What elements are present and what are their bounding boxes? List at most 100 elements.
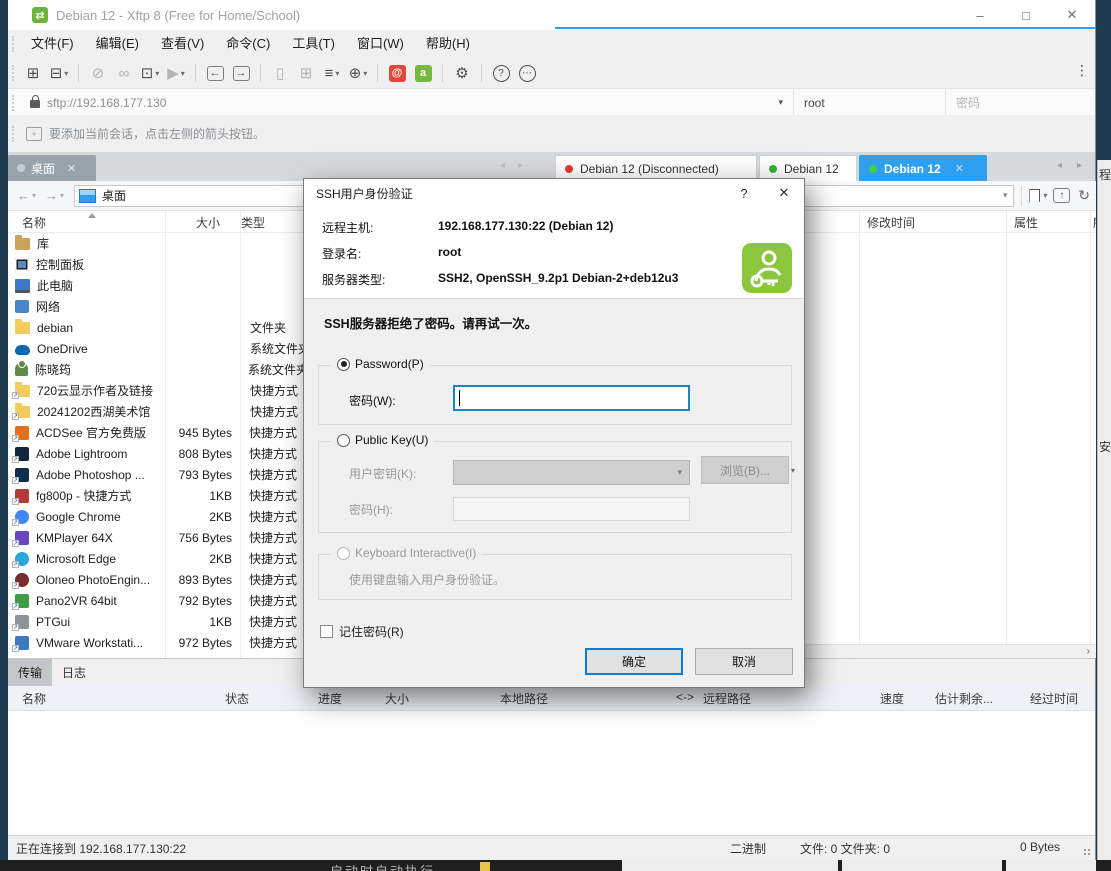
- transfer-column-header[interactable]: 速度: [880, 690, 904, 707]
- remote-column-header[interactable]: 属性: [1014, 214, 1038, 231]
- address-url[interactable]: sftp://192.168.177.130: [47, 96, 768, 110]
- publickey-group: Public Key(U) 用户密钥(K): ▾ 浏览(B)... ▾ 密码(H…: [318, 441, 792, 533]
- local-tab-close-icon[interactable]: ✕: [67, 162, 76, 175]
- transfer-header: 名称 状态 进度 大小 本地路径 <-> 远程路径 速度 估计剩余... 经过时间: [8, 686, 1095, 711]
- session-properties-icon[interactable]: ⊡▾: [140, 63, 160, 83]
- back-icon[interactable]: ←: [17, 188, 30, 203]
- transfer-in-icon[interactable]: ←: [205, 63, 225, 83]
- refresh-icon[interactable]: ↻: [1078, 187, 1090, 204]
- transfer-tab[interactable]: 传输: [8, 659, 52, 686]
- transfer-column-header[interactable]: 估计剩余...: [935, 690, 993, 707]
- transfer-column-header[interactable]: <->: [676, 690, 694, 704]
- remote-column-header[interactable]: 所: [1093, 214, 1096, 231]
- publickey-radio[interactable]: [337, 434, 350, 447]
- file-name: fg800p - 快捷方式: [36, 487, 164, 504]
- column-header-size[interactable]: 大小: [196, 214, 220, 231]
- browse-button[interactable]: 浏览(B)...: [701, 456, 789, 484]
- remote-tab-close-icon[interactable]: ✕: [955, 162, 964, 175]
- keyboard-radio-row[interactable]: Keyboard Interactive(I): [331, 546, 482, 560]
- browse-dropdown-icon[interactable]: ▾: [791, 466, 795, 475]
- back-dropdown-icon[interactable]: ▾: [32, 191, 36, 200]
- disconnect-icon[interactable]: ⊘: [88, 63, 108, 83]
- menu-item[interactable]: 工具(T): [281, 30, 346, 58]
- close-button[interactable]: ✕: [1049, 0, 1095, 30]
- bookmark-dropdown-icon[interactable]: ▾: [1043, 191, 1047, 200]
- toolbar-divider: [442, 64, 443, 82]
- menu-item[interactable]: 文件(F): [20, 30, 85, 58]
- maximize-button[interactable]: □: [1003, 0, 1049, 30]
- column-header-type[interactable]: 类型: [241, 214, 265, 231]
- transfer-tab[interactable]: 日志: [52, 659, 96, 686]
- user-key-combo[interactable]: ▾: [453, 460, 690, 485]
- remote-tabs-scroll-left-icon[interactable]: ◂: [1057, 160, 1062, 171]
- cancel-button[interactable]: 取消: [695, 648, 793, 675]
- upload-icon[interactable]: ↑: [1053, 188, 1070, 203]
- forward-dropdown-icon[interactable]: ▾: [60, 191, 64, 200]
- column-header-name[interactable]: 名称: [22, 214, 46, 231]
- menu-item[interactable]: 查看(V): [150, 30, 215, 58]
- dialog-help-button[interactable]: ?: [724, 179, 764, 207]
- combo-dropdown-icon[interactable]: ▾: [1003, 190, 1008, 201]
- ok-button[interactable]: 确定: [585, 648, 683, 675]
- key-password-input[interactable]: [453, 497, 690, 521]
- file-name: PTGui: [36, 615, 164, 629]
- encoding-icon[interactable]: ⊕▾: [348, 63, 368, 83]
- transfer-out-icon[interactable]: →: [231, 63, 251, 83]
- transfer-column-header[interactable]: 经过时间: [1030, 690, 1078, 707]
- transfer-column-header[interactable]: 名称: [22, 690, 46, 707]
- address-dropdown-icon[interactable]: ▾: [768, 97, 793, 108]
- remote-column-header[interactable]: 修改时间: [867, 214, 915, 231]
- xagent-icon[interactable]: a: [413, 63, 433, 83]
- scroll-right-icon[interactable]: ›: [1087, 646, 1090, 657]
- password-radio-row[interactable]: Password(P): [331, 357, 430, 371]
- circle-file-icon: ↗: [15, 573, 29, 587]
- toolbar-overflow-icon[interactable]: ⋮: [1075, 62, 1089, 79]
- compare-window-icon[interactable]: ▯: [270, 63, 290, 83]
- remember-password-checkbox[interactable]: [320, 625, 333, 638]
- local-tabs-scroll-right-icon[interactable]: ▸: [518, 160, 523, 171]
- menu-item[interactable]: 窗口(W): [346, 30, 415, 58]
- publickey-radio-row[interactable]: Public Key(U): [331, 433, 434, 447]
- local-tabs-scroll-left-icon[interactable]: ◂: [500, 160, 505, 171]
- remote-tabs-scroll-right-icon[interactable]: ▸: [1077, 160, 1082, 171]
- resize-grip[interactable]: [1084, 849, 1092, 857]
- remote-tab[interactable]: Debian 12✕: [859, 155, 987, 181]
- local-tab-desktop[interactable]: 桌面 ✕: [8, 155, 96, 181]
- dialog-title: SSH用户身份验证: [316, 185, 413, 202]
- menu-item[interactable]: 命令(C): [215, 30, 281, 58]
- transfer-column-header[interactable]: 状态: [225, 690, 249, 707]
- desktop-icon: [79, 189, 96, 203]
- password-input[interactable]: [946, 96, 1095, 110]
- transfer-column-header[interactable]: 远程路径: [703, 690, 751, 707]
- username-input[interactable]: [794, 96, 945, 110]
- transfer-column-header[interactable]: 进度: [318, 690, 342, 707]
- background-bottom-strip: 启动时自动执行: [0, 860, 1111, 871]
- file-type: 系统文件夹: [240, 361, 308, 378]
- open-session-icon[interactable]: ⊟▾: [49, 63, 69, 83]
- remember-password-row[interactable]: 记住密码(R): [320, 623, 404, 640]
- view-list-icon[interactable]: ≡▾: [322, 63, 342, 83]
- dialog-close-button[interactable]: ✕: [764, 179, 804, 207]
- menu-item[interactable]: 编辑(E): [85, 30, 150, 58]
- forward-icon[interactable]: →: [45, 188, 58, 203]
- address-bar: sftp://192.168.177.130 ▾: [8, 88, 1095, 117]
- transfer-column-header[interactable]: 大小: [385, 690, 409, 707]
- status-transfer-mode[interactable]: 二进制: [730, 840, 766, 857]
- feedback-icon[interactable]: ⋯: [517, 63, 537, 83]
- menu-item[interactable]: 帮助(H): [415, 30, 481, 58]
- password-radio[interactable]: [337, 358, 350, 371]
- reconnect-icon[interactable]: ∞: [114, 63, 134, 83]
- file-size: 2KB: [164, 510, 241, 524]
- transfer-column-header[interactable]: 本地路径: [500, 690, 548, 707]
- new-window-icon[interactable]: ⊞: [296, 63, 316, 83]
- file-size: 945 Bytes: [164, 426, 241, 440]
- run-icon[interactable]: ▶▾: [166, 63, 186, 83]
- new-session-icon[interactable]: ⊞: [23, 63, 43, 83]
- keyboard-radio[interactable]: [337, 547, 350, 560]
- bookmark-icon[interactable]: [1029, 189, 1040, 203]
- dialog-password-input[interactable]: [453, 385, 690, 411]
- minimize-button[interactable]: –: [957, 0, 1003, 30]
- xshell-icon[interactable]: @: [387, 63, 407, 83]
- help-icon[interactable]: ?: [491, 63, 511, 83]
- settings-icon[interactable]: ⚙: [452, 63, 472, 83]
